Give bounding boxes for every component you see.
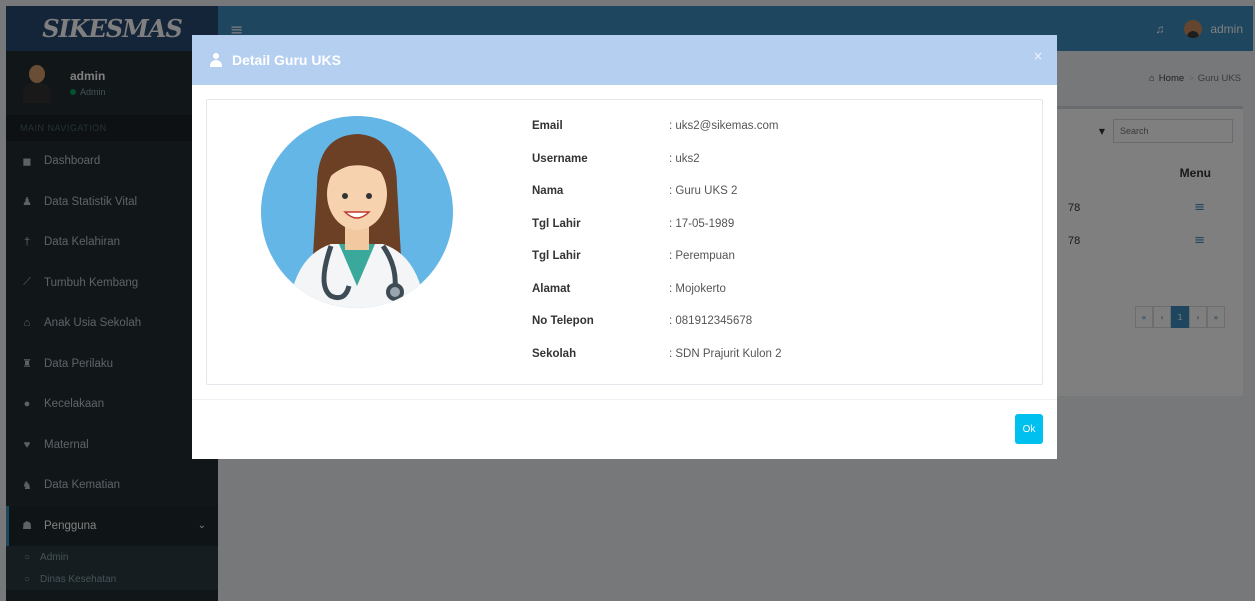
detail-label: Tgl Lahir <box>532 217 581 230</box>
modal-footer: Ok <box>192 399 1057 459</box>
detail-value: : Guru UKS 2 <box>669 185 738 198</box>
ok-button[interactable]: Ok <box>1015 414 1043 444</box>
modal-title: Detail Guru UKS <box>232 52 341 68</box>
modal-header: Detail Guru UKS × <box>192 35 1057 85</box>
detail-row: Email : uks2@sikemas.com <box>532 110 782 143</box>
detail-label: Nama <box>532 185 564 198</box>
detail-row: Alamat : Mojokerto <box>532 273 782 306</box>
detail-label: Alamat <box>532 282 571 295</box>
detail-row: Tgl Lahir : 17-05-1989 <box>532 208 782 241</box>
doctor-avatar-image <box>261 116 453 308</box>
detail-label: Email <box>532 120 563 133</box>
user-icon <box>210 53 222 67</box>
detail-value: : 081912345678 <box>669 315 753 328</box>
detail-label: Tgl Lahir <box>532 250 581 263</box>
detail-modal: Detail Guru UKS × Email: uks2@sikemas.c… <box>192 35 1057 459</box>
detail-value: : uks2 <box>669 152 700 165</box>
detail-value: : Perempuan <box>669 250 735 263</box>
detail-list: Email : uks2@sikemas.com Username : uks2 Nam… <box>532 110 782 370</box>
detail-value: : uks2@sikemas.com <box>669 120 779 133</box>
detail-value: : SDN Prajurit Kulon 2 <box>669 347 782 360</box>
detail-value: : 17-05-1989 <box>669 217 735 230</box>
detail-row: Sekolah : SDN Prajurit Kulon 2 <box>532 338 782 371</box>
detail-label: Sekolah <box>532 347 577 360</box>
detail-row: Username : uks2 <box>532 143 782 176</box>
detail-row: Nama : Guru UKS 2 <box>532 175 782 208</box>
detail-label: No Telepon <box>532 315 594 328</box>
detail-row: No Telepon : 081912345678 <box>532 305 782 338</box>
close-button[interactable]: × <box>1033 49 1043 63</box>
detail-value: : Mojokerto <box>669 282 726 295</box>
detail-row: Tgl Lahir : Perempuan <box>532 240 782 273</box>
detail-label: Username <box>532 152 588 165</box>
detail-card: Email : uks2@sikemas.com Username : uks2 Nam… <box>206 99 1043 385</box>
